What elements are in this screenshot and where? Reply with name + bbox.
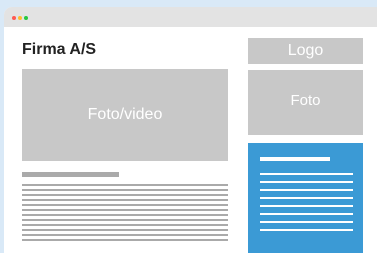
highlight-card — [248, 143, 363, 253]
card-text-line — [260, 197, 353, 199]
card-text-line — [260, 205, 353, 207]
card-title-line — [260, 157, 330, 161]
browser-window: Firma A/S Foto/video Logo Foto — [4, 7, 377, 253]
text-line — [22, 189, 228, 191]
photo-label: Foto — [290, 92, 321, 109]
text-line — [22, 239, 228, 241]
body-text-placeholder — [22, 172, 228, 244]
text-line — [22, 204, 228, 206]
text-line — [22, 219, 228, 221]
text-heading-line — [22, 172, 119, 177]
logo-label: Logo — [287, 42, 324, 59]
title-bar — [4, 7, 377, 27]
card-text-line — [260, 229, 353, 231]
card-text-line — [260, 173, 353, 175]
card-text-line — [260, 213, 353, 215]
text-line — [22, 194, 228, 196]
company-name: Firma A/S — [22, 41, 97, 58]
minimize-window-button[interactable] — [18, 16, 22, 20]
card-text-line — [260, 189, 353, 191]
maximize-window-button[interactable] — [24, 16, 28, 20]
card-text-line — [260, 181, 353, 183]
photo-video-label: Foto/video — [87, 106, 163, 123]
card-text-line — [260, 221, 353, 223]
card-text-lines — [260, 173, 353, 237]
text-lines — [22, 184, 228, 241]
text-line — [22, 184, 228, 186]
text-line — [22, 229, 228, 231]
text-line — [22, 209, 228, 211]
text-line — [22, 199, 228, 201]
text-line — [22, 214, 228, 216]
close-window-button[interactable] — [12, 16, 16, 20]
text-line — [22, 224, 228, 226]
photo-video-placeholder: Foto/video — [22, 69, 228, 161]
text-line — [22, 234, 228, 236]
logo-placeholder: Logo — [248, 38, 363, 64]
photo-placeholder: Foto — [248, 70, 363, 135]
